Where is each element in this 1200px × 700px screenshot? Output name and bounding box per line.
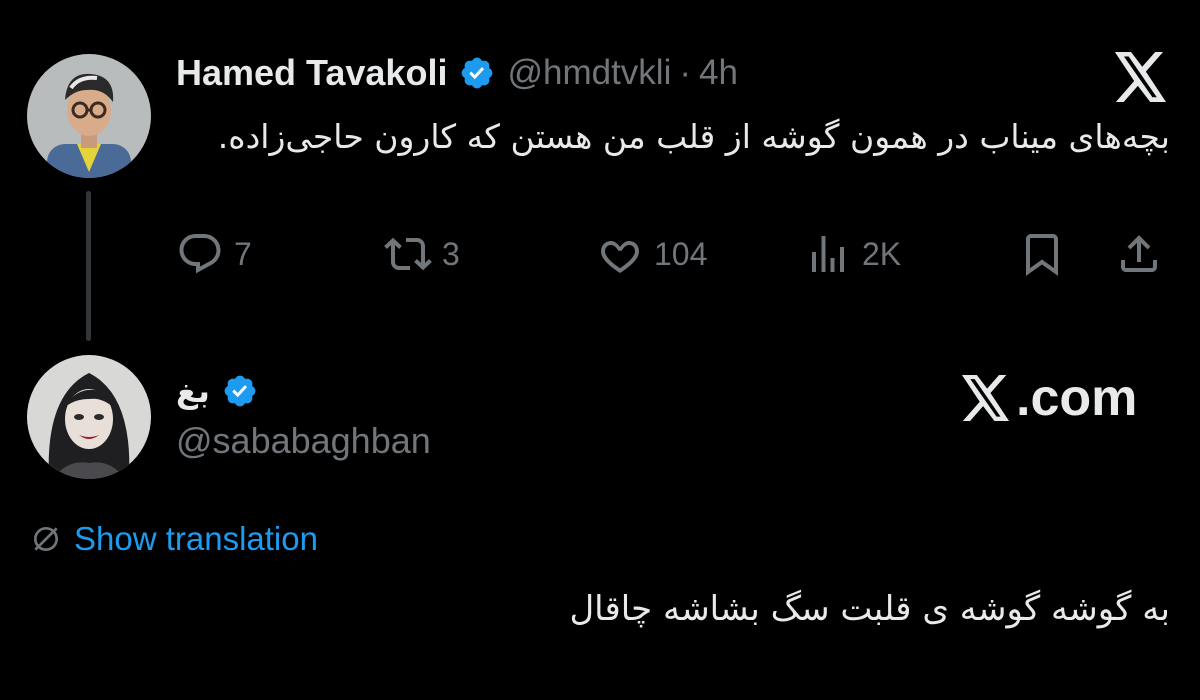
x-logo-icon: [1114, 52, 1166, 102]
reply-button[interactable]: 7: [176, 226, 252, 282]
tweet2-author-row: بغ: [176, 368, 270, 414]
retweet-count: 3: [442, 235, 460, 272]
show-translation-link[interactable]: Show translation: [30, 516, 318, 562]
x-com-watermark: .com: [960, 366, 1137, 430]
watermark-text: .com: [1016, 369, 1138, 427]
author-handle[interactable]: @hmdtvkli: [507, 53, 671, 93]
like-button[interactable]: 104: [596, 226, 707, 282]
like-count: 104: [654, 235, 708, 272]
verified-badge-icon: [462, 57, 493, 89]
author-handle[interactable]: @sababaghban: [176, 420, 431, 462]
globe-slash-icon: [34, 527, 58, 551]
views-count: 2K: [862, 235, 902, 272]
author-display-name[interactable]: Hamed Tavakoli: [176, 52, 447, 94]
reply-icon: [179, 234, 221, 274]
avatar-hamed[interactable]: [27, 54, 151, 178]
bookmark-icon: [1026, 234, 1058, 276]
share-button[interactable]: [1115, 226, 1163, 282]
tweet2-body: به گوشه گوشه ی قلبت سگ بشاشه چاقال: [569, 589, 1170, 629]
heart-icon: [601, 240, 639, 273]
reply-count: 7: [234, 235, 252, 272]
views-button[interactable]: 2K: [804, 226, 901, 282]
verified-badge-icon: [224, 375, 256, 407]
x-logo-icon: [961, 375, 1009, 421]
share-icon: [1121, 235, 1157, 272]
tweet1-body: بچه‌های میناب در همون گوشه از قلب من هست…: [217, 117, 1170, 156]
separator-dot: ·: [679, 53, 692, 92]
author-display-name[interactable]: بغ: [176, 372, 210, 410]
bookmark-button[interactable]: [1018, 226, 1066, 282]
show-translation-label[interactable]: Show translation: [74, 520, 318, 558]
retweet-icon: [384, 237, 432, 271]
tweet-timestamp[interactable]: 4h: [699, 53, 738, 93]
tweet1-action-bar: 7 3 104 2K: [0, 226, 1200, 282]
views-icon: [812, 236, 844, 272]
avatar-saba[interactable]: [27, 355, 151, 479]
retweet-button[interactable]: 3: [384, 226, 460, 282]
tweet1-author-row: Hamed Tavakoli @hmdtvkli · 4h: [176, 50, 738, 96]
